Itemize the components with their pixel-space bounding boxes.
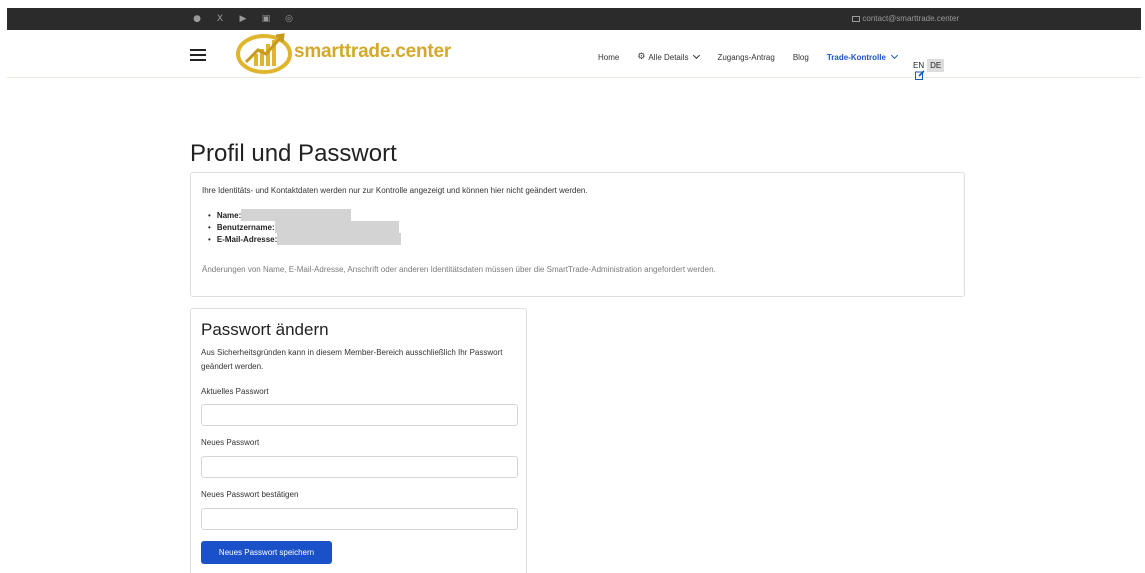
chevron-down-icon	[890, 51, 898, 60]
list-item: E-Mail-Adresse:	[208, 233, 402, 245]
nav-trade-kontrolle-label: Trade-Kontrolle	[826, 52, 886, 62]
list-item: Benutzername:	[208, 221, 401, 233]
username-value-redacted	[274, 221, 399, 233]
email-label: E-Mail-Adresse:	[216, 234, 278, 244]
site-header: smarttrade.center Home ⚙ Alle Details Zu…	[7, 30, 1141, 80]
main-nav: Home ⚙ Alle Details Zugangs-Antrag Blog …	[598, 51, 915, 62]
confirm-password-label: Neues Passwort bestätigen	[201, 490, 299, 499]
confirm-password-input[interactable]	[201, 508, 518, 530]
lang-de[interactable]: DE	[927, 59, 945, 72]
nav-blog[interactable]: Blog	[793, 53, 809, 62]
password-card-title: Passwort ändern	[201, 320, 329, 339]
contact-email-text: contact@smarttrade.center	[862, 14, 959, 23]
nav-trade-kontrolle[interactable]: Trade-Kontrolle	[826, 51, 898, 62]
email-value-redacted	[277, 233, 402, 245]
current-password-input[interactable]	[201, 404, 518, 426]
new-password-label: Neues Passwort	[201, 438, 260, 447]
identity-intro: Ihre Identitäts- und Kontaktdaten werden…	[202, 186, 588, 195]
nav-zugangs-antrag[interactable]: Zugangs-Antrag	[717, 53, 774, 62]
menu-icon[interactable]	[190, 49, 206, 61]
new-password-input[interactable]	[201, 456, 518, 478]
chevron-down-icon	[693, 51, 701, 60]
nav-home[interactable]: Home	[598, 53, 619, 62]
logo-chart-icon[interactable]	[236, 32, 292, 76]
nav-zugangs-antrag-label: Zugangs-Antrag	[717, 52, 775, 62]
lang-en[interactable]: EN	[910, 59, 927, 72]
nav-blog-label: Blog	[792, 52, 809, 62]
facebook-icon[interactable]: ●	[192, 12, 202, 26]
name-value-redacted	[241, 209, 352, 221]
top-bar: ● X ▶ ▣ ◎ contact@smarttrade.center	[7, 8, 1141, 30]
logo-text[interactable]: smarttrade.center	[294, 41, 451, 63]
save-password-button[interactable]: Neues Passwort speichern	[201, 541, 332, 564]
page-title: Profil und Passwort	[190, 140, 397, 167]
contact-email-link[interactable]: contact@smarttrade.center	[852, 13, 959, 25]
linkedin-icon[interactable]: ▣	[261, 12, 271, 26]
mail-icon	[852, 16, 861, 22]
current-password-label: Aktuelles Passwort	[201, 387, 269, 396]
identity-list: Name: Benutzername: E-Mail-Adresse:	[208, 209, 402, 245]
identity-note: Änderungen von Name, E-Mail-Adresse, Ans…	[202, 265, 716, 274]
language-switch: EN DE	[910, 59, 945, 72]
social-links: ● X ▶ ▣ ◎	[192, 12, 294, 26]
youtube-icon[interactable]: ▶	[238, 12, 248, 26]
gear-icon: ⚙	[637, 52, 646, 62]
nav-alle-details-label: Alle Details	[648, 52, 689, 62]
nav-home-label: Home	[598, 52, 620, 62]
password-description: Aus Sicherheitsgründen kann in diesem Me…	[201, 348, 503, 371]
x-icon[interactable]: X	[215, 12, 225, 26]
username-label: Benutzername:	[216, 222, 275, 232]
instagram-icon[interactable]: ◎	[284, 12, 294, 26]
nav-alle-details[interactable]: ⚙ Alle Details	[637, 51, 701, 62]
list-item: Name:	[208, 209, 401, 221]
identity-card: Ihre Identitäts- und Kontaktdaten werden…	[190, 172, 965, 297]
password-card: Passwort ändern Aus Sicherheitsgründen k…	[190, 308, 527, 573]
name-label: Name:	[216, 210, 242, 220]
